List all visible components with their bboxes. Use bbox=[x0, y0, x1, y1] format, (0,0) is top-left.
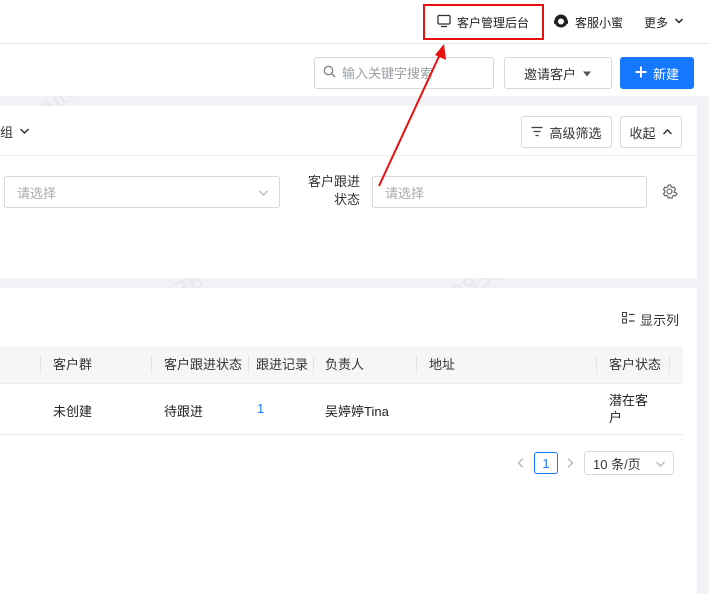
group-selector-label: 组 bbox=[0, 125, 14, 140]
select-placeholder: 请选择 bbox=[17, 185, 57, 201]
more-label: 更多 bbox=[644, 15, 669, 30]
column-divider bbox=[596, 356, 597, 374]
customer-service-link[interactable]: 客服小蜜 bbox=[553, 12, 623, 32]
more-menu[interactable]: 更多 bbox=[644, 12, 684, 32]
column-header: 客户跟进状态 bbox=[164, 357, 243, 372]
column-header: 客户群 bbox=[53, 357, 93, 372]
chevron-down-icon bbox=[258, 186, 269, 201]
chevron-down-icon bbox=[655, 457, 666, 472]
column-divider bbox=[416, 356, 417, 374]
follow-status-label-line: 客户跟进 bbox=[307, 174, 360, 189]
customer-table-card: 显示列 客户群 客户跟进状态 跟进记录 负责人 地址 客户状态 未创建 待跟进 … bbox=[0, 288, 697, 594]
column-divider bbox=[40, 356, 41, 374]
follow-status-label: 客户跟进 状态 bbox=[300, 173, 360, 209]
filter-header: 组 高级筛选 收起 bbox=[0, 106, 697, 156]
cell-customer-status: 潜在客 户 bbox=[609, 392, 648, 426]
column-divider bbox=[151, 356, 152, 374]
column-divider bbox=[248, 356, 249, 374]
advanced-filter-label: 高级筛选 bbox=[549, 125, 602, 141]
collapse-label: 收起 bbox=[629, 125, 656, 141]
page-size-select[interactable]: 10 条/页 bbox=[584, 451, 674, 475]
cell-owner: 吴婷婷Tina bbox=[325, 404, 389, 419]
cell-customer-group: 未创建 bbox=[53, 404, 93, 419]
top-header: 客户管理后台 客服小蜜 更多 bbox=[0, 0, 709, 44]
column-header: 地址 bbox=[429, 357, 456, 372]
select-placeholder: 请选择 bbox=[385, 185, 425, 201]
column-header: 负责人 bbox=[325, 357, 365, 372]
collapse-button[interactable]: 收起 bbox=[620, 116, 682, 148]
filter-select-1[interactable]: 请选择 bbox=[4, 176, 280, 208]
follow-status-select[interactable]: 请选择 bbox=[372, 176, 647, 208]
display-columns-button[interactable]: 显示列 bbox=[621, 310, 680, 329]
column-divider bbox=[669, 356, 670, 374]
table-row[interactable]: 未创建 待跟进 1 吴婷婷Tina 潜在客 户 bbox=[0, 384, 683, 435]
table-header: 客户群 客户跟进状态 跟进记录 负责人 地址 客户状态 bbox=[0, 346, 683, 384]
chevron-up-icon bbox=[662, 125, 673, 140]
page-number-current[interactable]: 1 bbox=[534, 452, 558, 474]
prev-page-icon[interactable] bbox=[516, 457, 526, 472]
customer-status-line: 户 bbox=[609, 410, 623, 425]
invite-customer-button[interactable]: 邀请客户 bbox=[504, 57, 612, 89]
gear-icon[interactable] bbox=[661, 183, 678, 203]
cell-follow-status: 待跟进 bbox=[164, 404, 204, 419]
column-header: 客户状态 bbox=[609, 357, 662, 372]
chevron-down-icon bbox=[19, 124, 30, 139]
advanced-filter-button[interactable]: 高级筛选 bbox=[521, 116, 612, 148]
follow-status-label-line: 状态 bbox=[333, 192, 360, 207]
follow-records-link[interactable]: 1 bbox=[257, 401, 264, 416]
caret-down-icon bbox=[582, 66, 592, 81]
page-size-label: 10 条/页 bbox=[593, 456, 641, 472]
column-header: 跟进记录 bbox=[256, 357, 309, 372]
search-box[interactable] bbox=[314, 57, 494, 89]
new-button-label: 新建 bbox=[652, 66, 679, 82]
search-input[interactable] bbox=[342, 65, 482, 81]
group-selector[interactable]: 组 bbox=[0, 122, 30, 141]
filter-icon bbox=[531, 125, 543, 140]
filter-panel: 组 高级筛选 收起 请选择 客户跟进 状态 请选择 bbox=[0, 106, 697, 278]
annotation-highlight-box bbox=[423, 4, 544, 40]
columns-icon bbox=[621, 311, 635, 327]
column-divider bbox=[313, 356, 314, 374]
customer-service-label: 客服小蜜 bbox=[575, 15, 624, 30]
new-button[interactable]: 新建 bbox=[620, 57, 694, 89]
invite-customer-label: 邀请客户 bbox=[523, 66, 576, 82]
action-toolbar: 邀请客户 新建 bbox=[0, 44, 709, 96]
plus-icon bbox=[635, 66, 647, 81]
headset-icon bbox=[553, 13, 569, 32]
customer-status-line: 潜在客 bbox=[609, 393, 649, 408]
display-columns-label: 显示列 bbox=[640, 313, 680, 328]
search-icon bbox=[323, 65, 336, 81]
next-page-icon[interactable] bbox=[565, 457, 575, 472]
chevron-down-icon bbox=[674, 15, 684, 29]
